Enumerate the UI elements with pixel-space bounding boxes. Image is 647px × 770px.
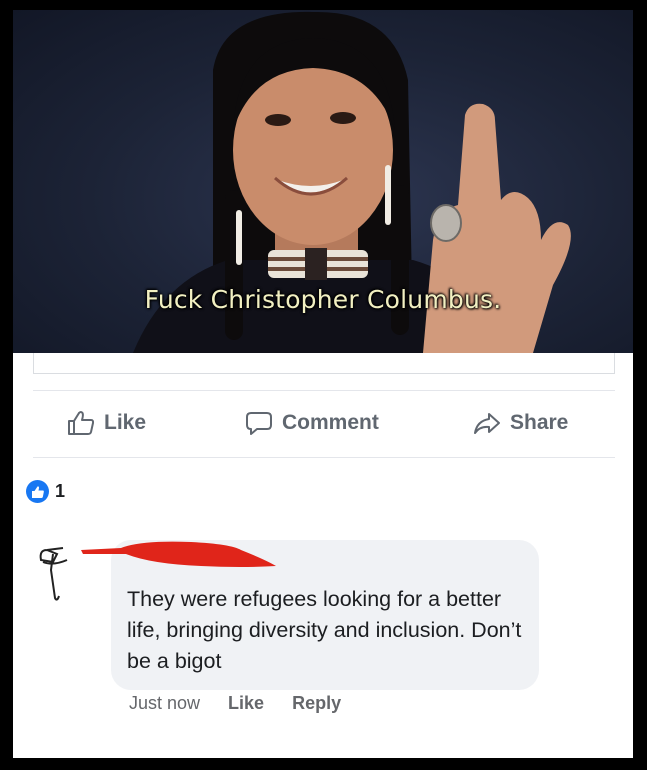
video-caption: Fuck Christopher Columbus. — [144, 285, 502, 314]
share-arrow-icon — [474, 413, 500, 434]
like-button[interactable]: Like — [67, 406, 146, 440]
divider — [33, 457, 615, 458]
comment-reply-link[interactable]: Reply — [292, 693, 341, 714]
comment-bubble: They were refugees looking for a better … — [81, 540, 539, 690]
share-label: Share — [510, 411, 569, 434]
like-label: Like — [104, 411, 147, 434]
share-button[interactable]: Share — [473, 406, 568, 440]
divider — [33, 390, 615, 391]
redacted-name — [81, 541, 276, 567]
reaction-count: 1 — [55, 481, 66, 501]
comment-text: They were refugees looking for a better … — [127, 587, 522, 673]
link-preview-footer — [33, 353, 615, 374]
thumbs-up-icon — [68, 411, 95, 435]
facebook-post: Fuck Christopher Columbus. Like Comment … — [13, 10, 633, 758]
comment-label: Comment — [282, 411, 379, 434]
comment-timestamp[interactable]: Just now — [129, 693, 200, 714]
reaction-summary[interactable]: 1 — [26, 480, 65, 503]
comment-bubble-icon — [246, 412, 272, 435]
like-thumb-icon — [26, 480, 49, 503]
video-still[interactable]: Fuck Christopher Columbus. — [13, 10, 633, 353]
comment-button[interactable]: Comment — [245, 406, 379, 440]
comment-actions: Just now Like Reply — [129, 693, 369, 714]
comment-like-link[interactable]: Like — [228, 693, 264, 714]
